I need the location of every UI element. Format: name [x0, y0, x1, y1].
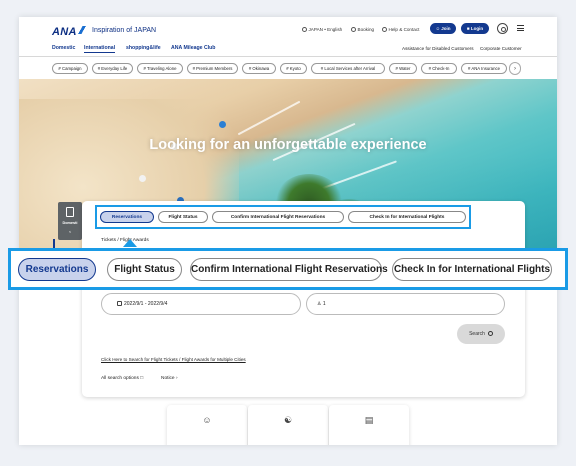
- beach-umbrella: [219, 121, 226, 128]
- search-button[interactable]: Search: [457, 324, 505, 344]
- tab-flight-status[interactable]: Flight Status: [158, 211, 208, 223]
- browser-page: ANA Inspiration of JAPAN JAPAN • English…: [19, 17, 557, 445]
- help-contact-link[interactable]: Help & Contact: [382, 27, 419, 32]
- all-search-options[interactable]: All search options □: [101, 376, 143, 381]
- tag-campaign[interactable]: # Campaign: [52, 63, 88, 74]
- booking-tabs-highlight: Reservations Flight Status Confirm Inter…: [95, 205, 471, 229]
- site-tagline: Inspiration of JAPAN: [92, 27, 157, 34]
- nav-shopping-life[interactable]: shopping&life: [126, 45, 161, 51]
- zoom-tab-reservations[interactable]: Reservations: [18, 258, 96, 281]
- service-card-1[interactable]: ☺: [167, 405, 247, 445]
- notice-label: Notice: [161, 376, 175, 381]
- language-selector[interactable]: JAPAN • English: [302, 27, 342, 32]
- multi-city-link[interactable]: Click Here to Search for Flight Tickets …: [101, 357, 246, 362]
- hamburger-menu-icon[interactable]: [517, 25, 524, 31]
- service-card-3[interactable]: ▤: [329, 405, 409, 445]
- side-tab-label: Domesti: [62, 221, 78, 225]
- booking-label: Booking: [357, 27, 375, 32]
- search-button-label: Search: [469, 331, 485, 337]
- date-range-field[interactable]: 2022/9/1 - 2022/9/4: [101, 293, 301, 315]
- site-header: ANA Inspiration of JAPAN JAPAN • English…: [19, 17, 557, 57]
- ana-logo-mark-icon: [76, 26, 88, 34]
- header-divider: [19, 56, 557, 57]
- search-icon[interactable]: [497, 23, 508, 34]
- wave-line: [237, 100, 301, 136]
- login-label: Login: [470, 26, 484, 31]
- booking-link[interactable]: Booking: [351, 27, 374, 32]
- passenger-field[interactable]: ♙ 1: [306, 293, 505, 315]
- tab-reservations[interactable]: Reservations: [100, 211, 154, 223]
- date-range-value: 2022/9/1 - 2022/9/4: [124, 301, 168, 307]
- tag-kyoto[interactable]: # Kyoto: [280, 63, 307, 74]
- service-card-2[interactable]: ☯: [248, 405, 328, 445]
- join-label: Join: [441, 26, 451, 31]
- chevron-left-icon: <: [68, 229, 72, 234]
- tag-premium-members[interactable]: # Premium Members: [187, 63, 238, 74]
- booking-icon: [351, 27, 356, 32]
- external-icon: □: [140, 376, 144, 381]
- nav-domestic[interactable]: Domestic: [52, 45, 75, 51]
- tag-check-in[interactable]: # Check-In: [421, 63, 457, 74]
- zoom-tab-check-in[interactable]: Check In for International Flights: [392, 258, 552, 281]
- join-button[interactable]: ☺ Join: [430, 23, 456, 34]
- zoom-tab-confirm-reservations[interactable]: Confirm International Flight Reservation…: [190, 258, 388, 281]
- all-search-options-label: All search options: [101, 376, 139, 381]
- tab-confirm-reservations[interactable]: Confirm International Flight Reservation…: [212, 211, 344, 223]
- ana-logo[interactable]: ANA: [52, 26, 77, 38]
- help-icon: [382, 27, 387, 32]
- magnifier-icon: [487, 331, 493, 336]
- tag-ana-insurance[interactable]: # ANA Insurance: [461, 63, 507, 74]
- chevron-right-icon[interactable]: ›: [509, 62, 521, 75]
- tag-water[interactable]: # Water: [389, 63, 417, 74]
- calendar-icon: [117, 301, 122, 306]
- hero-title: Looking for an unforgettable experience: [149, 137, 427, 153]
- zoom-tab-flight-status[interactable]: Flight Status: [107, 258, 182, 281]
- assistance-link[interactable]: Assistance for Disabled Customers: [402, 46, 474, 51]
- globe-icon: [302, 27, 307, 32]
- ticket-icon: ▤: [364, 415, 374, 425]
- headset-icon: ☯: [283, 415, 293, 425]
- nav-ana-mileage-club[interactable]: ANA Mileage Club: [171, 45, 215, 51]
- people-icon: ☺: [202, 415, 212, 425]
- language-label: JAPAN • English: [308, 27, 343, 32]
- help-label: Help & Contact: [388, 27, 420, 32]
- corporate-customer-link[interactable]: Corporate Customer: [480, 46, 522, 51]
- domestic-side-tab[interactable]: Domesti <: [58, 202, 82, 240]
- booking-tabs-zoom-callout: Reservations Flight Status Confirm Inter…: [8, 248, 568, 290]
- chevron-right-small-icon: ›: [175, 376, 178, 381]
- tag-traveling-alone[interactable]: # Traveling Alone: [137, 63, 183, 74]
- tag-everyday-life[interactable]: # Everyday Life: [92, 63, 133, 74]
- passenger-value: 1: [322, 301, 326, 307]
- nav-international[interactable]: International: [84, 45, 116, 53]
- tag-okinawa[interactable]: # Okinawa: [242, 63, 276, 74]
- beach-umbrella: [139, 175, 146, 182]
- callout-pointer: [123, 239, 137, 247]
- tag-local-services[interactable]: # Local Services after Arrival: [311, 63, 385, 74]
- notice-link[interactable]: Notice ›: [161, 376, 178, 381]
- login-button[interactable]: ■ Login: [461, 23, 489, 34]
- seat-icon: [66, 207, 74, 217]
- tab-check-in[interactable]: Check In for International Flights: [348, 211, 466, 223]
